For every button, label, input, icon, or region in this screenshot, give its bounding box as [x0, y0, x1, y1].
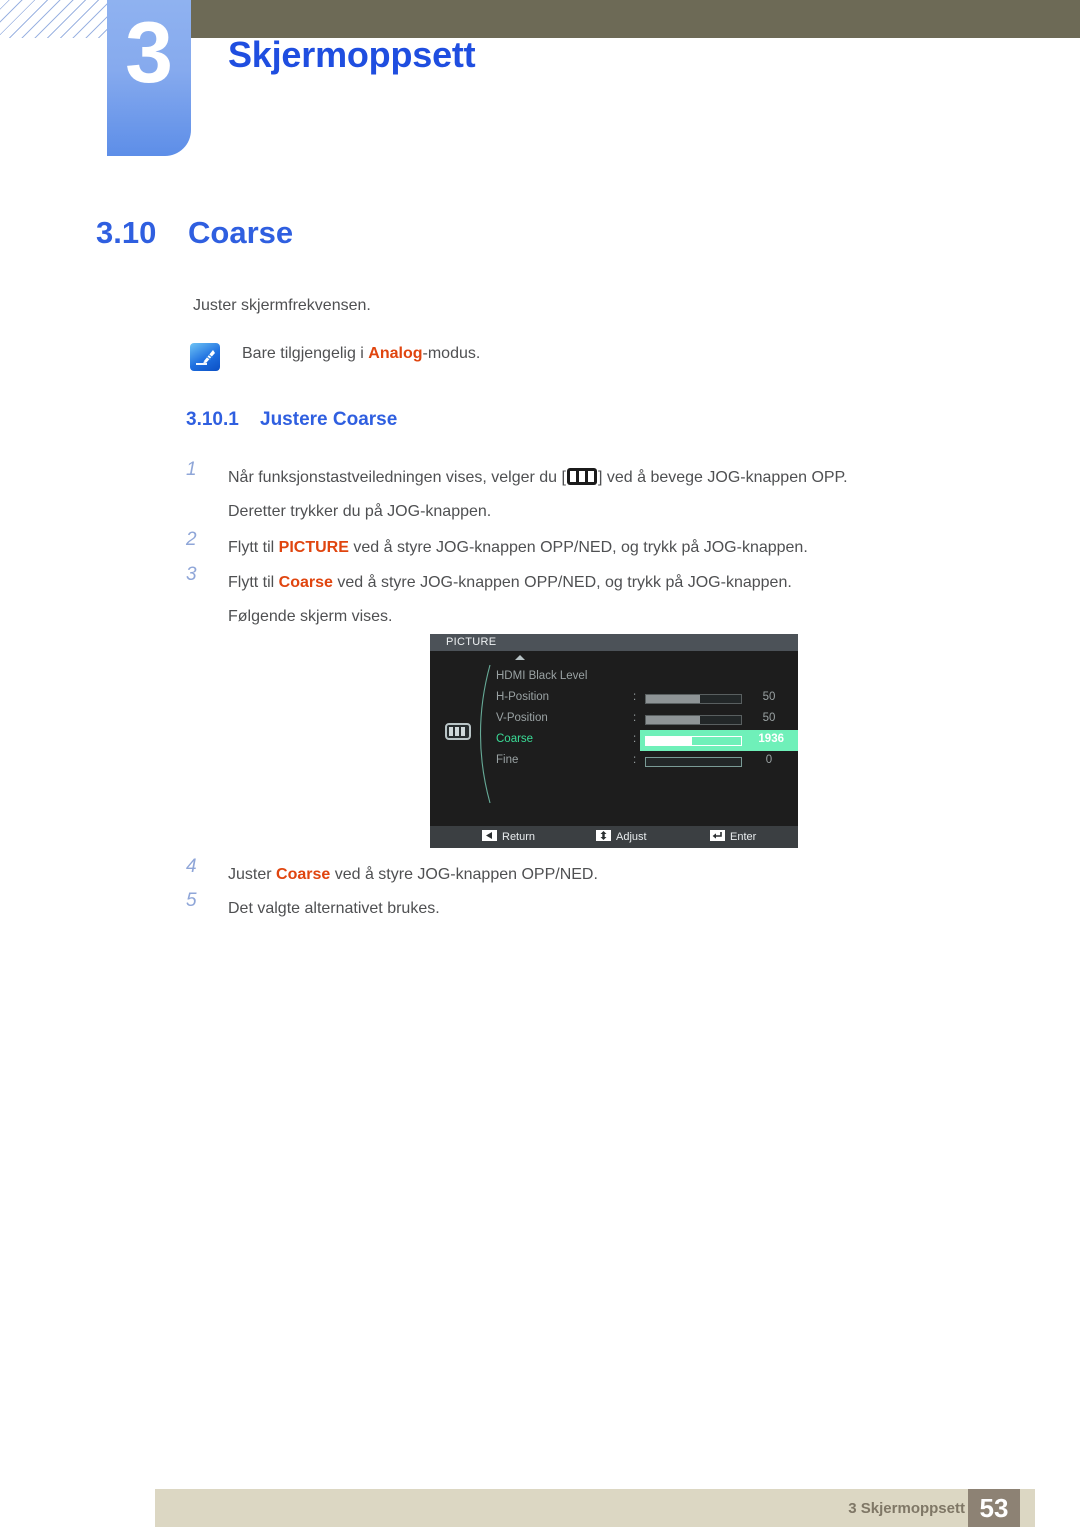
osd-row-label: Fine	[496, 754, 519, 766]
osd-row[interactable]: H-Position : 50	[430, 688, 798, 709]
osd-row-value: 0	[765, 754, 773, 766]
hatch-decoration	[0, 0, 112, 38]
subsection-title: Justere Coarse	[260, 409, 398, 430]
step-index: 4	[186, 856, 197, 877]
chapter-number-badge: 3	[107, 0, 191, 156]
osd-footer-adjust[interactable]: Adjust	[596, 826, 647, 848]
page-number-badge: 53	[968, 1489, 1020, 1527]
osd-row-label: V-Position	[496, 712, 548, 724]
adjust-updown-arrow-icon	[596, 830, 611, 841]
chapter-title: Skjermoppsett	[228, 34, 476, 75]
step-highlight: Coarse	[276, 866, 331, 883]
osd-row-colon: :	[633, 754, 637, 766]
header-olive-bar	[190, 0, 1080, 38]
step-body: Flytt til Coarse ved å styre JOG-knappen…	[228, 566, 792, 634]
page-footer-text: 3 Skjermoppsett	[848, 1500, 965, 1517]
step-index: 2	[186, 529, 197, 550]
section-title: Coarse	[188, 215, 294, 250]
step-post: ] ved å bevege JOG-knappen OPP.	[597, 469, 848, 486]
note-suffix: -modus.	[422, 345, 481, 362]
step-continuation: Følgende skjerm vises.	[228, 608, 393, 625]
step-highlight: Coarse	[278, 574, 333, 591]
osd-row-selected[interactable]: Coarse : 1936	[430, 730, 798, 751]
scroll-up-arrow-icon	[515, 655, 525, 660]
osd-row-list: HDMI Black Level H-Position : 50 V-Posit…	[430, 667, 798, 772]
section-number: 3.10	[96, 215, 157, 250]
osd-title: PICTURE	[430, 634, 798, 651]
osd-footer-label: Return	[502, 831, 536, 843]
osd-footer-bar: Return Adjust Enter	[430, 826, 798, 848]
osd-row-value: 1936	[758, 733, 784, 745]
osd-body: HDMI Black Level H-Position : 50 V-Posit…	[430, 651, 798, 820]
osd-slider[interactable]	[645, 736, 742, 746]
osd-footer-enter[interactable]: Enter	[710, 826, 756, 848]
picture-menu-icon	[566, 468, 597, 485]
step-continuation: Deretter trykker du på JOG-knappen.	[228, 503, 492, 520]
step-pre: Flytt til	[228, 539, 279, 556]
note-pen-icon	[190, 343, 220, 371]
note-prefix: Bare tilgjengelig i	[242, 345, 369, 362]
step-body: Juster Coarse ved å styre JOG-knappen OP…	[228, 858, 598, 892]
osd-row[interactable]: V-Position : 50	[430, 709, 798, 730]
step-pre: Juster	[228, 866, 277, 883]
return-left-arrow-icon	[482, 830, 497, 841]
subsection-heading: 3.10.1 Justere Coarse	[186, 409, 397, 431]
step-highlight: PICTURE	[278, 539, 349, 556]
note-highlight: Analog	[368, 345, 423, 362]
enter-arrow-icon	[710, 830, 725, 841]
osd-slider[interactable]	[645, 757, 742, 767]
osd-row-colon: :	[633, 691, 637, 703]
page-footer-bar: 3 Skjermoppsett	[155, 1489, 1035, 1527]
document-page: 3 Skjermoppsett 3.10 Coarse Juster skjerm…	[0, 0, 1080, 1527]
subsection-number: 3.10.1	[186, 409, 239, 430]
step-post: ved å styre JOG-knappen OPP/NED.	[330, 866, 598, 883]
step-body: Når funksjonstastveiledningen vises, vel…	[228, 461, 848, 529]
osd-row-value: 50	[762, 691, 776, 703]
osd-row-label: HDMI Black Level	[496, 670, 588, 682]
osd-row-colon: :	[633, 712, 637, 724]
step-post: ved å styre JOG-knappen OPP/NED, og tryk…	[348, 539, 808, 556]
step-index: 1	[186, 459, 197, 480]
step-pre: Når funksjonstastveiledningen vises, vel…	[228, 469, 566, 486]
osd-slider[interactable]	[645, 715, 742, 725]
osd-slider[interactable]	[645, 694, 742, 704]
step-body: Flytt til PICTURE ved å styre JOG-knappe…	[228, 531, 808, 565]
osd-row-label: Coarse	[496, 733, 534, 745]
step-index: 5	[186, 890, 197, 911]
step-pre: Flytt til	[228, 574, 279, 591]
osd-footer-label: Adjust	[616, 831, 647, 843]
osd-screenshot: PICTURE HDMI Black Level H-Position : 50	[430, 634, 798, 848]
osd-row-label: H-Position	[496, 691, 550, 703]
step-index: 3	[186, 564, 197, 585]
osd-row[interactable]: HDMI Black Level	[430, 667, 798, 688]
osd-row-value: 50	[762, 712, 776, 724]
osd-footer-label: Enter	[730, 831, 757, 843]
step-post: ved å styre JOG-knappen OPP/NED, og tryk…	[332, 574, 792, 591]
osd-row[interactable]: Fine : 0	[430, 751, 798, 772]
osd-footer-return[interactable]: Return	[482, 826, 535, 848]
intro-paragraph: Juster skjermfrekvensen.	[193, 297, 371, 314]
step-body: Det valgte alternativet brukes.	[228, 900, 440, 917]
chapter-number: 3	[125, 5, 173, 101]
section-heading: 3.10 Coarse	[96, 215, 293, 251]
note-text: Bare tilgjengelig i Analog-modus.	[242, 345, 480, 363]
osd-row-colon: :	[633, 733, 637, 745]
